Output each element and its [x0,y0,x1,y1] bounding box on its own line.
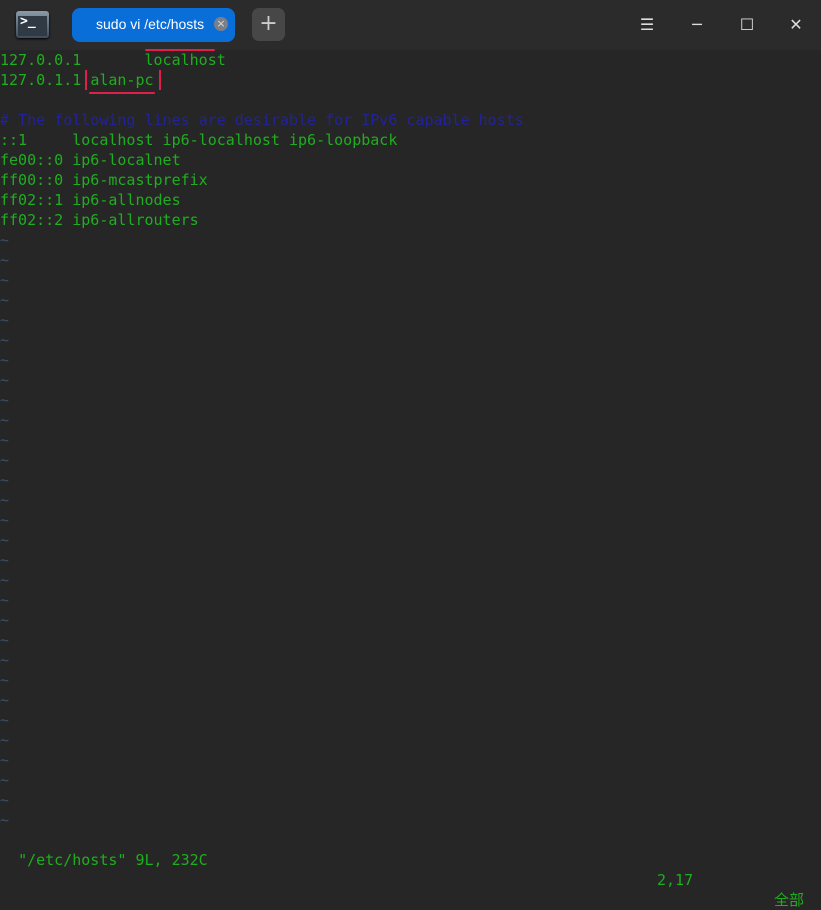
empty-line-tilde: ~ [0,551,10,569]
minimize-button[interactable]: ─ [685,13,709,37]
file-info: "/etc/hosts" 9L, 232C [18,851,208,869]
editor-line: ff02::1 ip6-allnodes [0,191,181,209]
close-button[interactable]: ✕ [784,13,808,37]
ip-address: 127.0.1.1 [0,71,82,89]
tab-close-icon[interactable]: × [214,17,228,31]
editor-line: 127.0.0.1 localhost [0,49,821,70]
empty-line-tilde: ~ [0,331,10,349]
editor-line: ff02::2 ip6-allrouters [0,211,199,229]
empty-line-tilde: ~ [0,451,10,469]
terminal-glyph: >_ [20,14,36,29]
empty-line-tilde: ~ [0,291,10,309]
maximize-button[interactable]: ☐ [735,13,759,37]
empty-line-tilde: ~ [0,271,10,289]
tab-label: sudo vi /etc/hosts [96,16,205,32]
empty-line-tilde: ~ [0,771,10,789]
empty-line-tilde: ~ [0,671,10,689]
empty-line-tilde: ~ [0,791,10,809]
empty-line-tilde: ~ [0,631,10,649]
cursor-position: 2,17 [657,871,694,889]
empty-line-tilde: ~ [0,591,10,609]
empty-line-tilde: ~ [0,731,10,749]
editor-line: fe00::0 ip6-localnet [0,151,181,169]
separator [81,51,144,69]
empty-line-tilde: ~ [0,431,10,449]
title-bar: >_ sudo vi /etc/hosts × + ☰ ─ ☐ ✕ [0,0,821,50]
comment-line: # The following lines are desirable for … [0,111,524,129]
scroll-position: 全部 [774,891,805,909]
annotation-underline [89,92,156,94]
vi-editor[interactable]: 127.0.0.1 localhost 127.0.1.1 alan-pc # … [0,49,821,830]
empty-line-tilde: ~ [0,751,10,769]
menu-icon[interactable]: ☰ [635,13,659,37]
terminal-app-icon: >_ [16,11,49,38]
annotation-box [85,70,162,90]
annotation-underline [144,49,215,51]
empty-line-tilde: ~ [0,411,10,429]
ip-address: 127.0.0.1 [0,51,82,69]
empty-line-tilde: ~ [0,231,10,249]
hostname-text: localhost [144,51,226,69]
hostname-localhost: localhost [144,49,226,69]
empty-line-tilde: ~ [0,511,10,529]
empty-line-tilde: ~ [0,711,10,729]
empty-line-tilde: ~ [0,371,10,389]
tab-sudo-vi-hosts[interactable]: sudo vi /etc/hosts [72,8,235,42]
empty-line-tilde: ~ [0,491,10,509]
empty-line-tilde: ~ [0,311,10,329]
empty-line-tilde: ~ [0,691,10,709]
editor-line: ::1 localhost ip6-localhost ip6-loopback [0,131,398,149]
new-tab-button[interactable]: + [252,8,285,41]
vi-status-line: "/etc/hosts" 9L, 232C 2,17 全部 [0,830,821,909]
hostname-highlight: alan-pc [85,70,162,94]
empty-line-tilde: ~ [0,611,10,629]
empty-line-tilde: ~ [0,811,10,829]
empty-line-tilde: ~ [0,571,10,589]
editor-line: ff00::0 ip6-mcastprefix [0,171,208,189]
empty-line-tilde: ~ [0,391,10,409]
empty-line-tilde: ~ [0,471,10,489]
empty-line-tilde: ~ [0,251,10,269]
empty-line-tilde: ~ [0,351,10,369]
empty-line-tilde: ~ [0,531,10,549]
empty-line-tilde: ~ [0,651,10,669]
editor-line: 127.0.1.1 alan-pc [0,70,821,94]
